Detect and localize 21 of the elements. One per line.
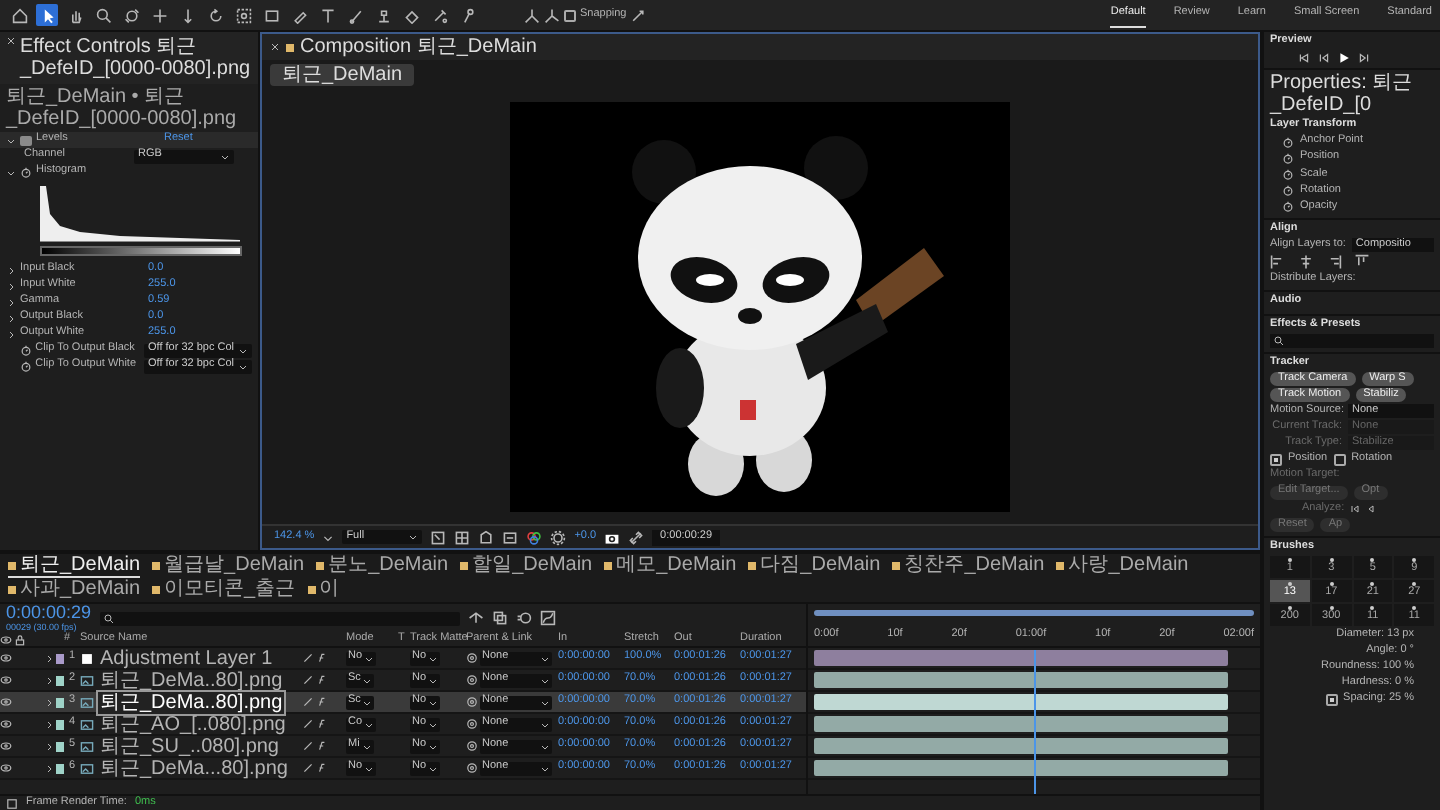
composition-tab[interactable]: 할일_DeMain — [460, 554, 593, 578]
panel-title: Properties: 퇴근_DefeID_[0 — [1270, 72, 1415, 117]
composition-tab[interactable]: 퇴근_DeMain — [8, 554, 141, 578]
composition-tab[interactable]: 이 — [307, 578, 340, 602]
composition-tab[interactable]: 메모_DeMain — [604, 554, 737, 578]
layer-name[interactable]: 퇴근_DeMa..80].png — [98, 691, 285, 713]
layer-name[interactable]: 퇴근_AO_[..080].png — [98, 713, 288, 735]
composition-tab[interactable]: 월급날_DeMain — [152, 554, 305, 578]
layer-name[interactable]: 퇴근_SU_..080].png — [98, 735, 281, 757]
composition-chip[interactable]: 퇴근_DeMain — [270, 64, 415, 86]
layer-breadcrumb: 퇴근_DeMain • 퇴근_DefeID_[0000-0080].png — [3, 84, 239, 132]
layer-name[interactable]: Adjustment Layer 1 — [98, 647, 275, 669]
composition-tab[interactable]: 이모티콘_출근 — [152, 578, 296, 602]
composition-tab[interactable]: 분노_DeMain — [316, 554, 449, 578]
composition-tab[interactable]: 사과_DeMain — [8, 578, 141, 602]
composition-tab[interactable]: 다짐_DeMain — [748, 554, 881, 578]
layer-name[interactable]: 퇴근_DeMa..80].png — [98, 669, 285, 691]
composition-tab[interactable]: 칭찬주_DeMain — [892, 554, 1045, 578]
current-time[interactable]: 0:00:00:29 — [6, 603, 92, 622]
composition-tab[interactable]: 사랑_DeMain — [1056, 554, 1189, 578]
layer-name[interactable]: 퇴근_DeMa...80].png — [98, 757, 290, 779]
